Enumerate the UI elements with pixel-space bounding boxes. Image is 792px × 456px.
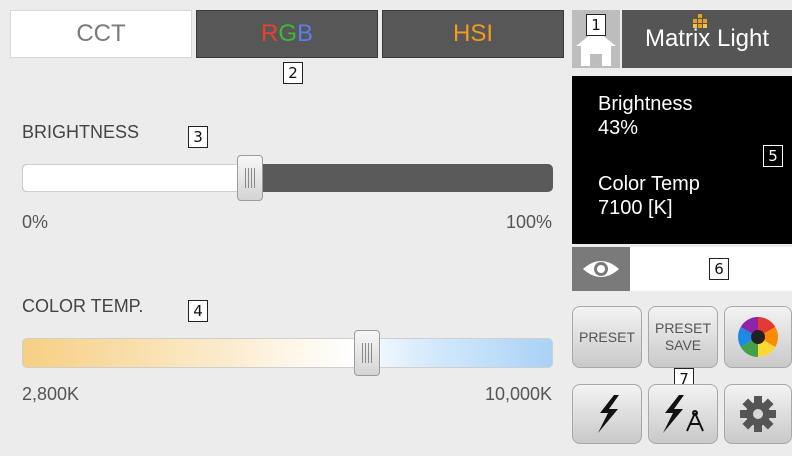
- color-temp-slider-thumb[interactable]: [354, 330, 381, 376]
- brightness-label: BRIGHTNESS: [22, 122, 140, 142]
- callout-4: 4: [188, 300, 208, 322]
- brightness-slider-fill: [22, 164, 251, 192]
- brightness-slider-thumb[interactable]: [237, 155, 264, 201]
- info-temp-value: 7100 [K]: [598, 197, 673, 219]
- gear-icon: [740, 396, 776, 432]
- color-temp-max-label: 10,000K: [484, 384, 552, 404]
- view-button[interactable]: [572, 247, 630, 291]
- eye-icon: [583, 261, 619, 277]
- settings-button[interactable]: [724, 384, 792, 444]
- lightning-button[interactable]: [572, 384, 642, 444]
- callout-5: 5: [763, 145, 783, 167]
- color-temp-slider-track[interactable]: [22, 338, 553, 368]
- tab-cct[interactable]: CCT: [10, 10, 192, 58]
- logo-diamond-icon: [693, 14, 707, 28]
- lightning-compass-button[interactable]: [648, 384, 718, 444]
- color-wheel-button[interactable]: [724, 306, 792, 368]
- color-wheel-icon: [738, 317, 778, 357]
- brightness-max-label: 100%: [505, 212, 552, 232]
- rgb-letter-g: G: [278, 20, 297, 47]
- callout-2: 2: [283, 62, 303, 84]
- lightning-icon: [598, 395, 619, 433]
- color-temp-label: COLOR TEMP.: [22, 296, 144, 316]
- brightness-slider-track[interactable]: [22, 164, 553, 192]
- info-brightness-title: Brightness: [598, 93, 693, 115]
- tab-rgb[interactable]: RGB: [196, 10, 378, 58]
- brand-logo: Matrix Light: [622, 10, 792, 68]
- info-brightness-value: 43%: [598, 117, 639, 139]
- preset-save-line2: SAVE: [664, 337, 702, 353]
- preset-save-line1: PRESET: [654, 320, 711, 336]
- color-temp-min-label: 2,800K: [22, 384, 80, 404]
- preset-button[interactable]: PRESET: [572, 306, 642, 368]
- rgb-letter-b: B: [297, 20, 314, 47]
- preset-save-button[interactable]: PRESET SAVE: [648, 306, 718, 368]
- brightness-min-label: 0%: [22, 212, 49, 232]
- callout-6: 6: [709, 258, 729, 280]
- callout-3: 3: [188, 126, 208, 148]
- preset-button-label: PRESET: [578, 328, 635, 345]
- lightning-compass-icon: [663, 395, 704, 433]
- tab-hsi[interactable]: HSI: [382, 10, 564, 58]
- status-panel: Brightness 43% Color Temp 7100 [K]: [572, 76, 792, 244]
- info-temp-title: Color Temp: [598, 173, 700, 195]
- callout-1: 1: [586, 14, 606, 36]
- rgb-letter-r: R: [260, 20, 279, 47]
